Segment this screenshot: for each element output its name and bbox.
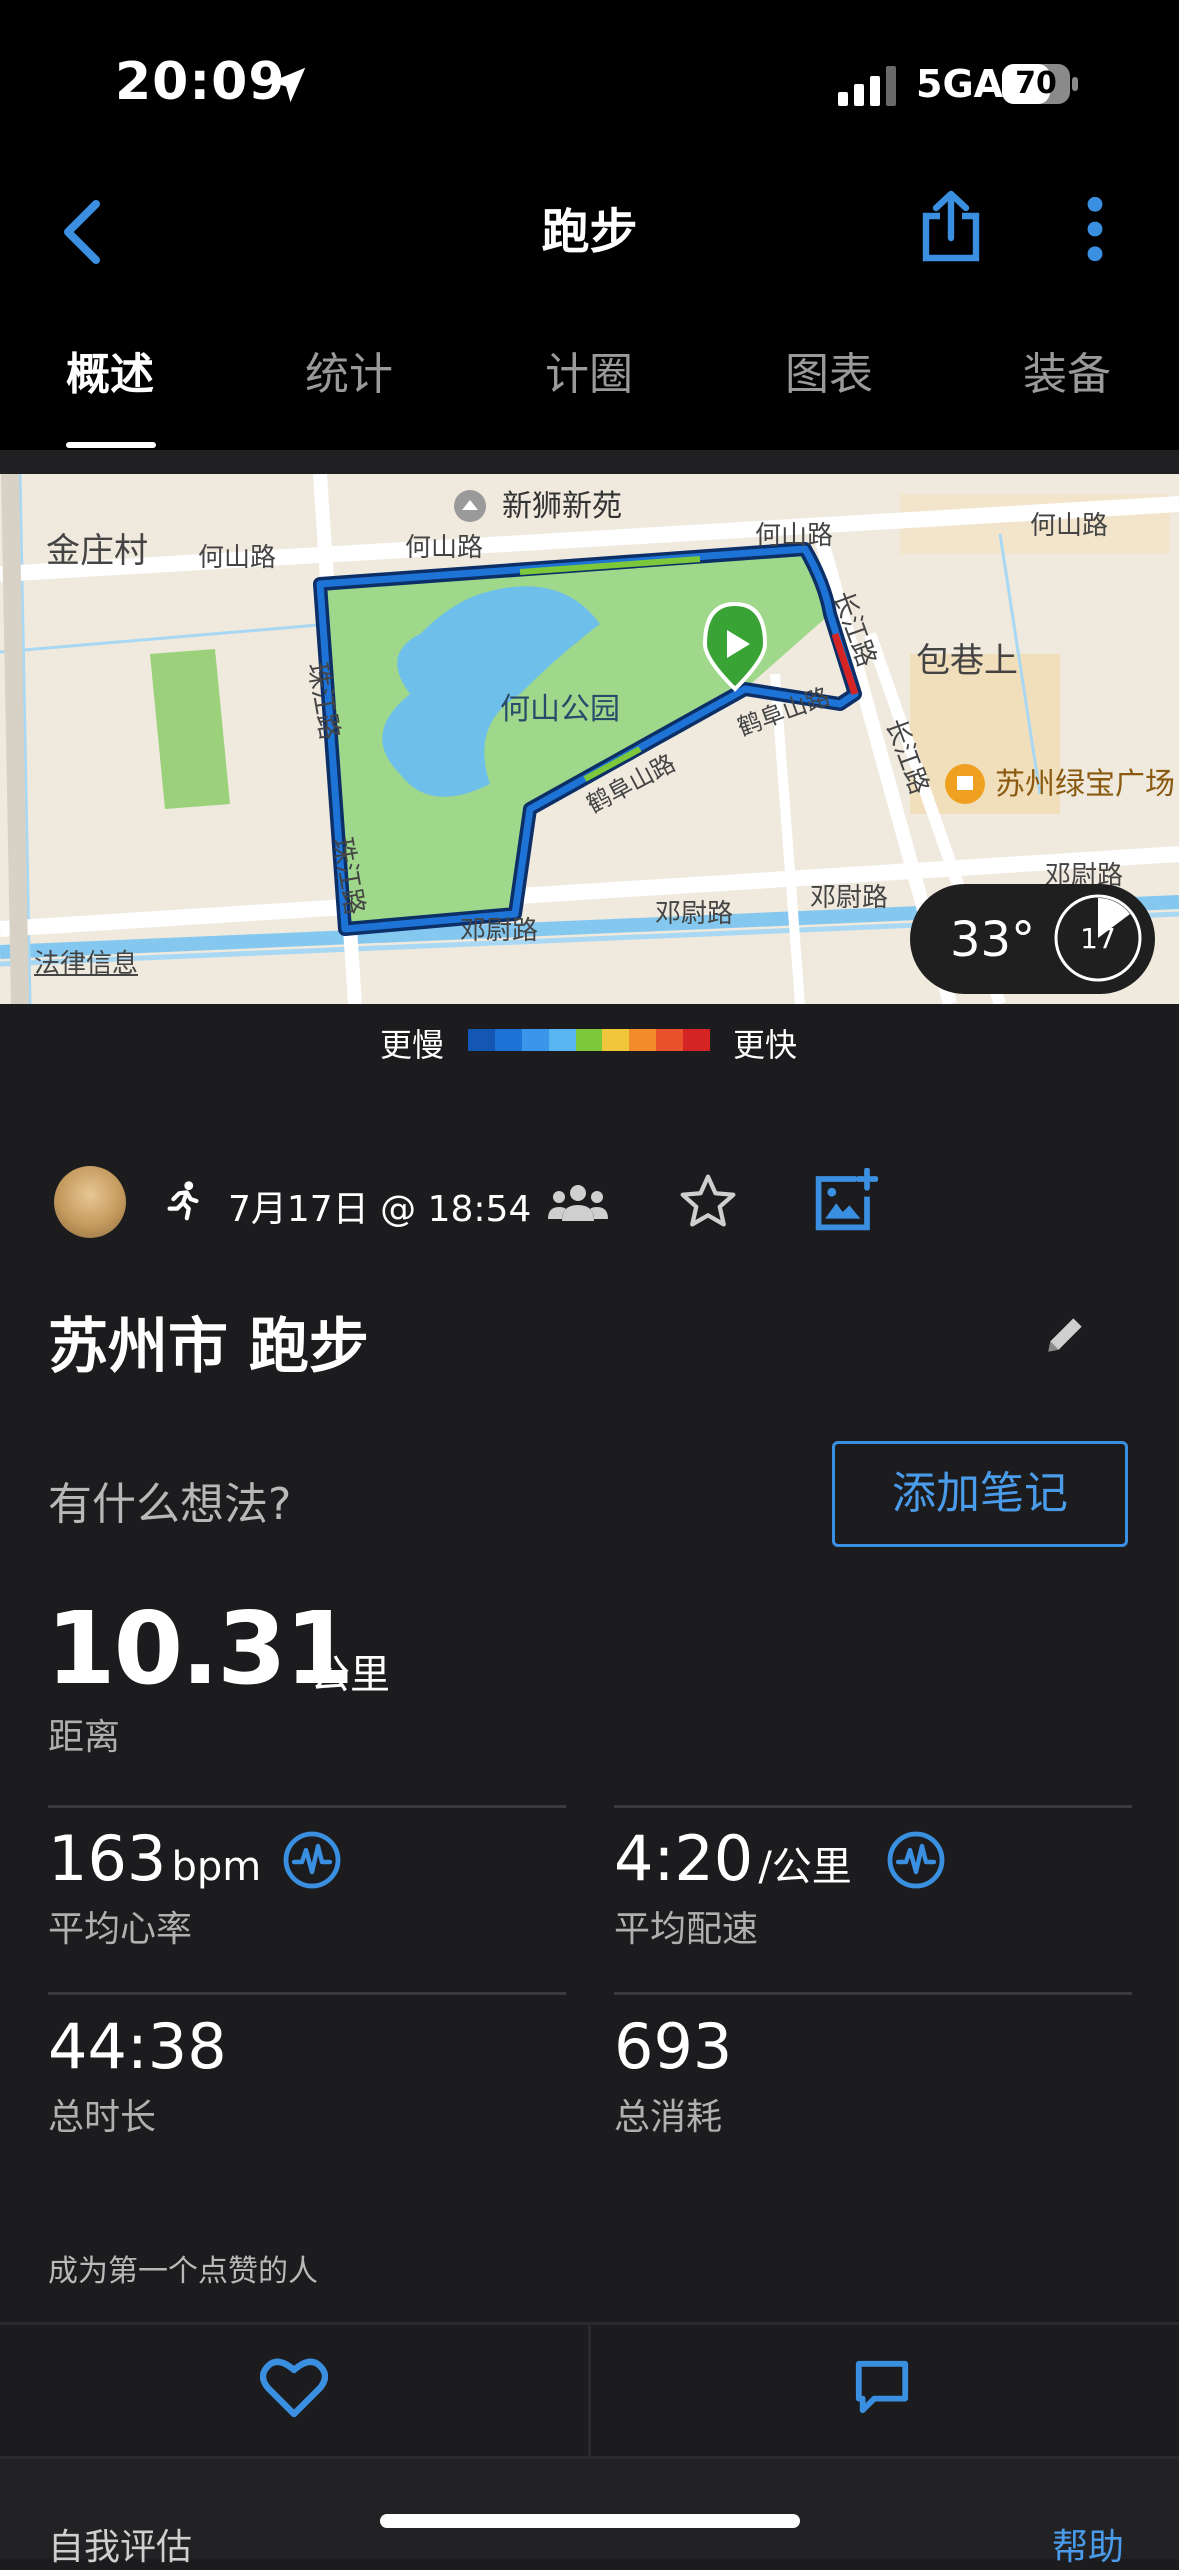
self-evaluation-label: 自我评估 [48,2527,193,2568]
battery-level: 70 [1015,66,1057,101]
weather-clock-value: 17 [1080,922,1116,955]
map-label-poi: 新狮新苑 [502,489,622,524]
divider [614,1992,1132,1995]
location-arrow-icon [270,67,306,103]
map-label-mall: 苏州绿宝广场 [995,767,1175,802]
pace-legend-segment [494,1029,522,1051]
map-label-road-dengwei: 邓尉路 [460,916,538,946]
map-label-village: 金庄村 [46,531,148,571]
map-label-road-2: 何山路 [405,533,483,563]
home-indicator[interactable] [380,2514,800,2528]
map-legal-link[interactable]: 法律信息 [34,943,138,980]
map-label-road-dengwei-2: 邓尉路 [655,899,733,929]
map-label-road-4: 何山路 [1030,511,1108,541]
edit-pencil-icon[interactable] [1040,1310,1090,1360]
duration-label: 总时长 [48,2097,157,2138]
pace-legend-segment [468,1029,495,1051]
tab-gear[interactable]: 装备 [1023,338,1111,402]
divider [48,1805,566,1808]
heart-rate-sensor-icon[interactable] [282,1830,342,1890]
running-icon [167,1181,199,1221]
pace-legend-segment [656,1029,684,1051]
star-icon[interactable] [676,1170,740,1234]
share-button[interactable] [920,190,982,262]
pace-label: 平均配速 [614,1909,759,1950]
tab-active-indicator [66,442,156,448]
heart-rate-value: 163 [48,1822,167,1895]
tab-stats[interactable]: 统计 [305,338,393,402]
activity-date: 7月17日 @ 18:54 [228,1189,532,1230]
comment-icon[interactable] [852,2358,912,2416]
pace-legend-segment [683,1029,711,1051]
divider [48,1992,566,1995]
tab-overview[interactable]: 概述 [66,338,154,402]
network-type: 5GA [916,62,1004,106]
distance-unit: 公里 [310,1652,390,1698]
map-label-park: 何山公园 [500,692,620,727]
page-title: 跑步 [541,204,638,260]
map-label-road-dengwei-3: 邓尉路 [810,883,888,913]
heart-rate-label: 平均心率 [48,1909,193,1950]
add-photo-icon[interactable] [812,1168,878,1234]
avatar[interactable] [54,1166,126,1238]
thoughts-prompt[interactable]: 有什么想法? [48,1468,291,1532]
map-label-road-3: 何山路 [755,521,833,551]
help-link[interactable]: 帮助 [1052,2518,1124,2570]
pace-legend-segment [521,1029,549,1051]
add-note-button[interactable]: 添加笔记 [832,1441,1128,1547]
pace-legend-fast: 更快 [733,1026,798,1064]
heart-rate-unit: bpm [171,1844,262,1890]
calories-value: 693 [614,2010,733,2083]
calories-label: 总消耗 [614,2097,723,2138]
duration-value: 44:38 [48,2010,227,2083]
pace-sensor-icon[interactable] [886,1830,946,1890]
pace-unit: /公里 [758,1844,852,1890]
heart-rate-stat: 163 bpm [48,1822,261,1895]
pace-legend-segment [629,1029,657,1051]
pace-legend-segment [548,1029,576,1051]
pace-legend-segment [575,1029,603,1051]
more-options-button[interactable] [1080,196,1110,262]
distance-label: 距离 [48,1717,121,1758]
map-label-road-1: 何山路 [198,543,276,573]
pace-legend-bar [468,1029,711,1051]
likes-text: 成为第一个点赞的人 [48,2254,318,2289]
distance-value: 10.31 [46,1590,354,1707]
group-icon[interactable] [548,1182,608,1224]
activity-title: 苏州市 跑步 [48,1312,369,1382]
like-heart-icon[interactable] [260,2356,328,2420]
status-time: 20:09 [115,52,286,112]
map-label-area: 包巷上 [916,641,1018,681]
tab-laps[interactable]: 计圈 [545,338,633,402]
action-separator [588,2322,591,2456]
divider [614,1805,1132,1808]
pace-legend-slow: 更慢 [380,1026,445,1064]
tab-separator [0,450,1179,474]
pace-value: 4:20 [614,1822,754,1895]
tab-charts[interactable]: 图表 [785,338,873,402]
pace-stat: 4:20 /公里 [614,1822,852,1895]
weather-temperature: 33° [950,912,1036,968]
pace-legend-segment [602,1029,630,1051]
signal-icon [838,66,896,106]
